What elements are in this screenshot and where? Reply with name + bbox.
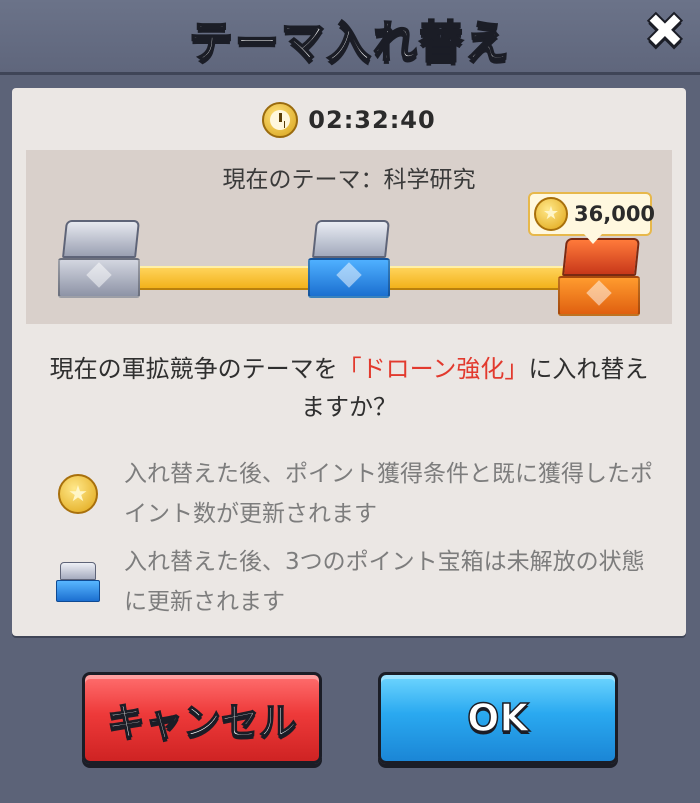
question-prefix: 現在の軍拡競争のテーマを xyxy=(49,355,338,383)
current-theme-label: 現在のテーマ：科学研究 xyxy=(222,167,476,193)
dialog-panel: 02:32:40 現在のテーマ：科学研究 ★ 36,000 現在の軍拡競争のテー… xyxy=(12,88,686,636)
silver-chest-icon[interactable] xyxy=(54,220,144,300)
dialog-title: テーマ入れ替え xyxy=(188,16,511,69)
timer-row: 02:32:40 xyxy=(12,100,686,140)
blue-chest-icon xyxy=(54,562,100,602)
note-points: 入れ替えた後、ポイント獲得条件と既に獲得したポイント数が更新されます xyxy=(124,461,653,527)
theme-progress-box: 現在のテーマ：科学研究 ★ 36,000 xyxy=(26,150,672,324)
orange-chest-icon[interactable] xyxy=(554,238,644,318)
coin-icon: ★ xyxy=(58,474,98,514)
ok-button[interactable]: OK xyxy=(378,672,618,764)
coin-icon: ★ xyxy=(534,197,568,231)
close-icon[interactable]: ✖ xyxy=(640,5,690,57)
cancel-button[interactable]: キャンセル xyxy=(82,672,322,764)
price-value: 36,000 xyxy=(574,202,656,226)
dialog-header: テーマ入れ替え ✖ xyxy=(0,0,700,75)
price-tag: ★ 36,000 xyxy=(528,192,656,244)
clock-icon xyxy=(262,102,299,138)
blue-chest-icon[interactable] xyxy=(304,220,394,300)
question-highlight: 「ドローン強化」 xyxy=(337,355,529,383)
note-chests: 入れ替えた後、3つのポイント宝箱は未解放の状態に更新されます xyxy=(124,549,645,615)
swap-question: 現在の軍拡競争のテーマを「ドローン強化」に入れ替えますか？ xyxy=(42,350,656,426)
timer-value: 02:32:40 xyxy=(308,106,436,134)
